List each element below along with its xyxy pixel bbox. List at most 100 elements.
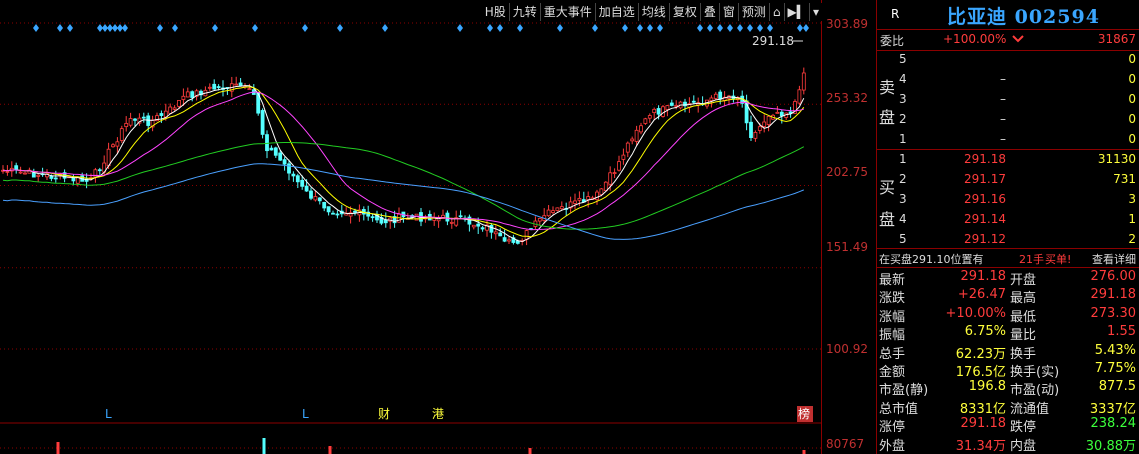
order-volume: 1 bbox=[1128, 212, 1136, 226]
stat-value: 273.30 bbox=[1090, 305, 1137, 321]
kline-chart-area[interactable]: 291.18 L L 财 港 榜 H股 九转 重大事件 加自选 均线 复权 叠 窗 预测 … bbox=[0, 0, 822, 454]
candle-body bbox=[630, 138, 635, 142]
order-volume: 3 bbox=[1128, 192, 1136, 206]
stat-label: 开盘 bbox=[1010, 273, 1037, 288]
moving-average-button[interactable]: 均线 bbox=[637, 3, 669, 21]
stat-label: 总市值 bbox=[879, 401, 919, 417]
stat-value: 7.75% bbox=[1094, 361, 1136, 376]
stat-row: 涨幅 +10.00% 最低 273.30 bbox=[877, 305, 1139, 325]
stat-label: 市盈(静) bbox=[879, 383, 929, 399]
skip-end-icon[interactable]: ▶▍ bbox=[783, 3, 809, 21]
note-buy: 买单! bbox=[1045, 253, 1072, 266]
candle-body bbox=[278, 152, 283, 161]
marker-rank: 榜 bbox=[798, 406, 810, 421]
stat-row: 市盈(静) 196.8 市盈(动) 877.5 bbox=[877, 378, 1139, 399]
stat-label: 换手(实) bbox=[1010, 365, 1060, 380]
event-marker-icon bbox=[647, 24, 653, 32]
candle-body bbox=[502, 237, 507, 242]
candle-body bbox=[775, 111, 780, 114]
event-marker-icon bbox=[707, 24, 713, 32]
candle-body bbox=[207, 86, 212, 89]
event-marker-icon bbox=[33, 24, 39, 32]
stat-label: 涨幅 bbox=[879, 309, 906, 325]
window-button[interactable]: 窗 bbox=[718, 3, 738, 21]
candle-body bbox=[335, 213, 340, 216]
candle-body bbox=[168, 106, 173, 114]
major-events-button[interactable]: 重大事件 bbox=[539, 3, 595, 21]
candle-body bbox=[247, 88, 252, 91]
forecast-button[interactable]: 预测 bbox=[737, 3, 769, 21]
candle-body bbox=[238, 82, 243, 87]
candle-body bbox=[128, 118, 133, 126]
stock-title[interactable]: 比亚迪 002594 bbox=[947, 2, 1100, 29]
candle-body bbox=[300, 179, 305, 187]
candle-body bbox=[449, 221, 454, 224]
candle-body bbox=[493, 231, 498, 235]
chevron-down-icon[interactable] bbox=[1011, 34, 1025, 44]
event-marker-icon bbox=[57, 24, 63, 32]
candle-body bbox=[18, 171, 23, 174]
candle-body bbox=[713, 93, 718, 99]
stat-label: 最新 bbox=[879, 273, 906, 288]
buy-order-row[interactable]: 1 291.18 31130 bbox=[877, 149, 1139, 169]
candle-body bbox=[383, 219, 388, 224]
sell-order-row[interactable]: 2 – 0 bbox=[877, 109, 1139, 129]
stat-value: 176.5亿 bbox=[955, 365, 1006, 380]
buy-order-row[interactable]: 3 291.16 3 bbox=[877, 189, 1139, 209]
price-tick: 253.32 bbox=[826, 91, 868, 105]
candle-body bbox=[185, 91, 190, 98]
order-price: – bbox=[1000, 132, 1006, 146]
buy-order-row[interactable]: 4 291.14 1 bbox=[877, 209, 1139, 229]
h-share-button[interactable]: H股 bbox=[481, 3, 509, 21]
adjust-button[interactable]: 复权 bbox=[668, 3, 700, 21]
candle-body bbox=[625, 142, 630, 153]
kline-chart-svg[interactable]: 291.18 L L 财 港 榜 bbox=[0, 0, 822, 454]
volume-bar bbox=[56, 442, 60, 454]
buy-order-row[interactable]: 5 291.12 2 bbox=[877, 229, 1139, 249]
volume-bar bbox=[802, 450, 806, 454]
sell-order-row[interactable]: 3 – 0 bbox=[877, 89, 1139, 109]
buy-order-row[interactable]: 2 291.17 731 bbox=[877, 169, 1139, 189]
event-marker-icon bbox=[157, 24, 163, 32]
overlay-button[interactable]: 叠 bbox=[699, 3, 719, 21]
event-marker-icon bbox=[252, 24, 258, 32]
candle-body bbox=[801, 72, 806, 91]
event-marker-icon bbox=[457, 24, 463, 32]
event-marker-icon bbox=[302, 24, 308, 32]
stat-value: 5.43% bbox=[1094, 342, 1136, 358]
view-details-link[interactable]: 查看详细 bbox=[1092, 251, 1136, 267]
candle-body bbox=[608, 172, 613, 185]
candle-body bbox=[133, 118, 137, 121]
stat-value: 8331亿 bbox=[959, 401, 1006, 417]
nine-turn-button[interactable]: 九转 bbox=[508, 3, 540, 21]
candle-body bbox=[524, 230, 529, 240]
stat-value: 238.24 bbox=[1090, 416, 1137, 432]
candle-body bbox=[291, 173, 296, 177]
candle-body bbox=[749, 121, 753, 138]
stat-value: +10.00% bbox=[945, 305, 1006, 321]
add-watchlist-button[interactable]: 加自选 bbox=[594, 3, 638, 21]
event-marker-icon bbox=[737, 24, 743, 32]
sell-order-row[interactable]: 4 – 0 bbox=[877, 69, 1139, 89]
sell-order-row[interactable]: 1 – 0 bbox=[877, 129, 1139, 149]
stat-label: 涨跌 bbox=[879, 291, 906, 307]
stat-label: 金额 bbox=[879, 365, 906, 380]
order-level: 3 bbox=[899, 192, 907, 206]
order-volume: 31130 bbox=[1097, 152, 1136, 166]
event-marker-icon bbox=[592, 24, 598, 32]
order-price: 291.16 bbox=[964, 192, 1006, 206]
candle-body bbox=[159, 113, 164, 116]
stat-value: 30.88万 bbox=[1085, 438, 1136, 454]
candle-body bbox=[546, 209, 551, 217]
stat-row: 最新 291.18 开盘 276.00 bbox=[877, 268, 1139, 288]
lock-icon[interactable]: ⌂ bbox=[768, 3, 784, 21]
candle-body bbox=[753, 132, 758, 139]
stat-label: 最高 bbox=[1010, 291, 1037, 307]
stat-row: 总手 62.23万 换手 5.43% bbox=[877, 342, 1139, 362]
sell-order-row[interactable]: 5 0 bbox=[877, 49, 1139, 69]
candle-body bbox=[718, 91, 723, 100]
stat-label: 市盈(动) bbox=[1010, 383, 1060, 399]
order-price: 291.12 bbox=[964, 232, 1006, 246]
chevron-down-icon[interactable]: ▾ bbox=[808, 3, 822, 21]
event-marker-icon bbox=[657, 24, 663, 32]
